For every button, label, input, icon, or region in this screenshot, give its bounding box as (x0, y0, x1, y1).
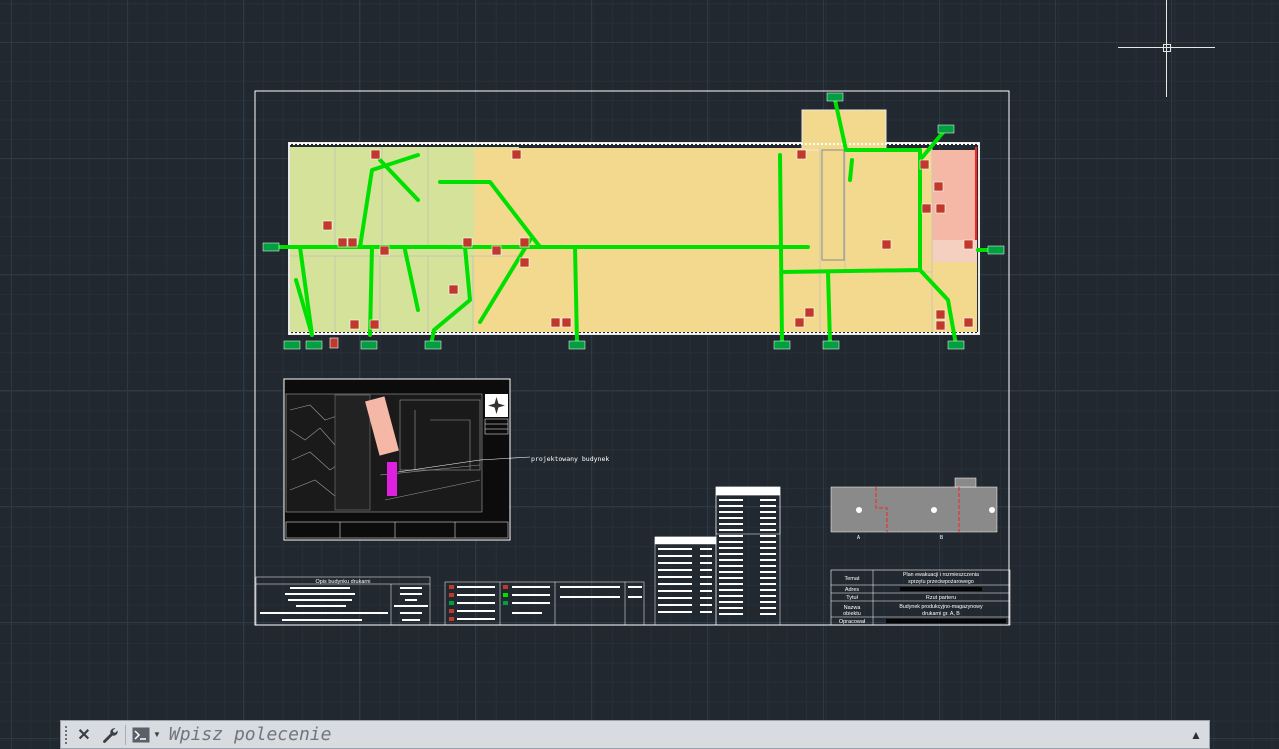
close-icon: ✕ (77, 726, 91, 744)
section-label-a: A (857, 535, 860, 541)
title-block: Temat Plan ewakuacji i rozmieszczenia sp… (830, 569, 1011, 626)
chevron-down-icon: ▼ (153, 730, 161, 739)
section-label-b: B (940, 535, 943, 541)
description-title: Opis budynku drukarni (315, 579, 370, 585)
close-button[interactable]: ✕ (71, 722, 97, 748)
chevron-up-icon: ▲ (1190, 727, 1202, 742)
command-prompt-icon (132, 727, 150, 742)
command-input[interactable] (166, 720, 1183, 749)
title-value-nazwa-2: drukarni gr. A, B (922, 611, 960, 617)
command-line[interactable]: ✕ ▼ ▲ (60, 720, 1210, 749)
recent-commands-button[interactable]: ▼ (132, 727, 161, 743)
wrench-icon (103, 727, 118, 743)
projected-building (387, 462, 397, 496)
floor-plan (262, 92, 1005, 350)
callout-label: projektowany budynek (531, 455, 609, 463)
title-value-temat-1: Plan ewakuacji i rozmieszczenia (903, 572, 979, 578)
site-plan-inset: projektowany budynek (283, 378, 609, 541)
title-label-adres: Adres (845, 587, 860, 593)
description-table: Opis budynku drukarni (255, 576, 431, 626)
section-view: A B (830, 477, 998, 541)
title-value-nazwa-1: Budynek produkcyjno-magazynowy (899, 604, 983, 610)
symbol-legend (444, 581, 645, 626)
title-label-temat: Temat (845, 576, 860, 582)
drawing-canvas[interactable]: projektowany budynek A B Opis budynku dr… (0, 0, 1279, 749)
title-label-opracowal: Opracował (839, 619, 866, 625)
command-history-button[interactable]: ▲ (1183, 728, 1209, 742)
title-label-tytul: Tytuł (846, 595, 858, 601)
title-value-temat-2: sprzętu przeciwpożarowego (908, 579, 974, 585)
drag-handle[interactable] (61, 721, 71, 748)
legend-rows (658, 499, 776, 615)
cursor-crosshair (1118, 0, 1215, 97)
customize-button[interactable] (97, 722, 123, 748)
title-label-obiektu: obiektu (843, 611, 861, 617)
title-value-tytul: Rzut parteru (926, 595, 956, 601)
